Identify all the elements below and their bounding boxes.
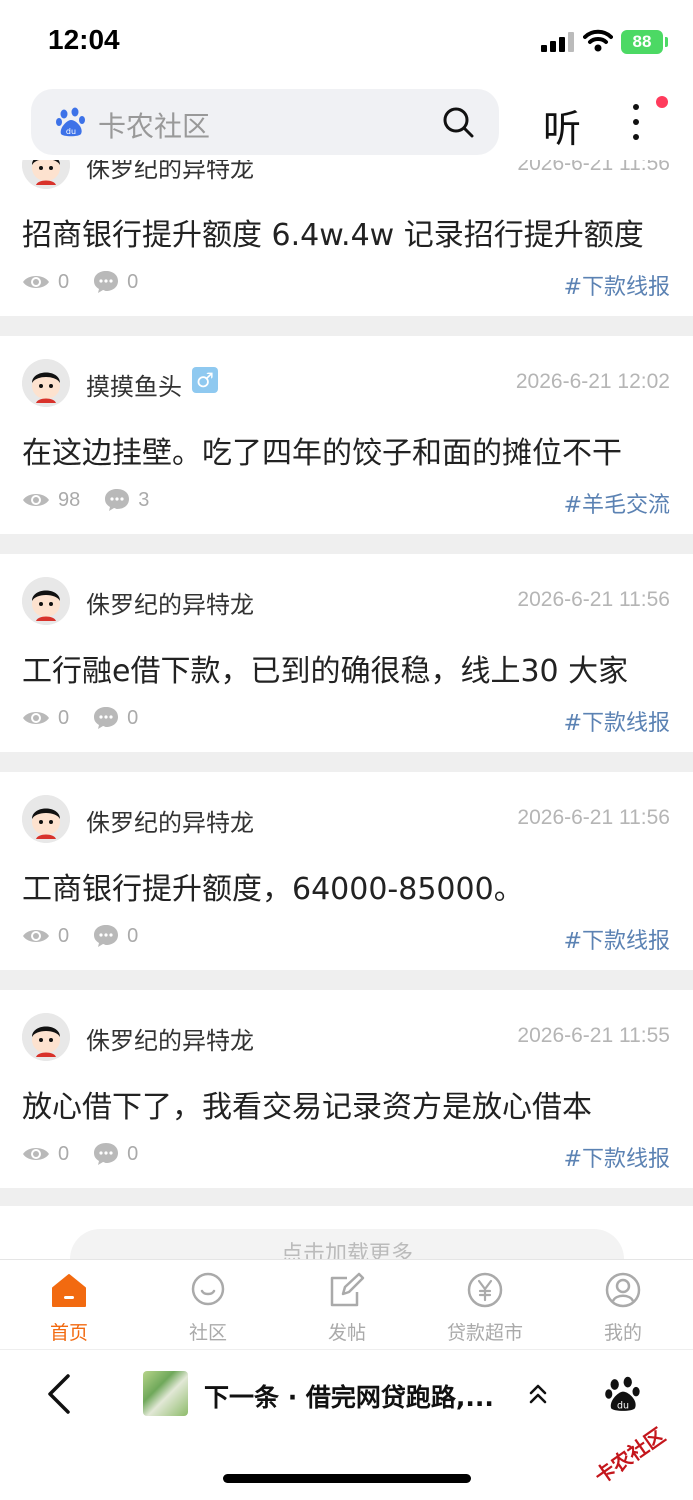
comment-icon bbox=[94, 271, 119, 293]
post-author[interactable]: 侏罗纪的异特龙 bbox=[86, 585, 254, 620]
post-time: 2026-6-21 11:56 bbox=[517, 806, 670, 829]
tab-label: 发帖 bbox=[327, 1322, 366, 1344]
svg-text:du: du bbox=[617, 1400, 629, 1411]
watermark-logo: 卡农社区 bbox=[590, 1423, 670, 1489]
top-header: 12:04 88 du 卡农社区 听 bbox=[0, 0, 693, 160]
tab-loan-market[interactable]: 贷款超市 bbox=[435, 1260, 535, 1350]
eye-icon bbox=[23, 494, 49, 506]
post-stats: 98 3 bbox=[22, 486, 149, 514]
more-menu-icon[interactable] bbox=[622, 98, 650, 146]
post-author[interactable]: 侏罗纪的异特龙 bbox=[86, 1021, 254, 1056]
post-time: 2026-6-21 11:56 bbox=[517, 588, 670, 611]
post-author[interactable]: 侏罗纪的异特龙 bbox=[86, 803, 254, 838]
battery-tip bbox=[665, 37, 668, 47]
tab-post[interactable]: 发帖 bbox=[297, 1260, 397, 1350]
edit-icon bbox=[330, 1272, 365, 1307]
comment-icon bbox=[94, 925, 119, 947]
view-count: 0 bbox=[58, 924, 70, 947]
status-bar: 12:04 88 bbox=[0, 0, 693, 84]
post-tag[interactable]: #下款线报 bbox=[564, 705, 670, 737]
baidu-paw-icon: du bbox=[56, 107, 85, 137]
tab-bar: 首页 社区 发帖 贷款超市 我的 bbox=[0, 1259, 693, 1349]
post-card[interactable]: 侏罗纪的异特龙 2026-6-21 11:56 工行融e借下款，已到的确很稳，线… bbox=[0, 554, 693, 752]
tab-label: 我的 bbox=[603, 1322, 642, 1344]
post-card[interactable]: 侏罗纪的异特龙 2026-6-21 11:55 放心借下了，我看交易记录资方是放… bbox=[0, 990, 693, 1188]
post-time: 2026-6-21 12:02 bbox=[515, 370, 670, 393]
comment-count: 0 bbox=[127, 706, 139, 729]
view-count: 98 bbox=[58, 488, 81, 511]
post-title[interactable]: 工行融e借下款，已到的确很稳，线上30 大家 bbox=[22, 646, 672, 690]
search-placeholder: 卡农社区 bbox=[98, 110, 211, 143]
post-stats: 0 0 bbox=[22, 922, 138, 950]
tab-label: 首页 bbox=[49, 1322, 88, 1344]
post-stats: 0 0 bbox=[22, 704, 138, 732]
avatar[interactable] bbox=[22, 795, 70, 843]
comment-count: 0 bbox=[127, 1142, 139, 1165]
avatar[interactable] bbox=[22, 1013, 70, 1061]
baidu-paw-icon[interactable]: du bbox=[604, 1375, 642, 1413]
search-icon[interactable] bbox=[441, 105, 475, 139]
yen-icon bbox=[467, 1272, 503, 1308]
wifi-icon bbox=[583, 29, 613, 52]
eye-icon bbox=[23, 1148, 49, 1160]
listen-button[interactable]: 听 bbox=[543, 98, 581, 153]
post-time: 2026-6-21 11:55 bbox=[517, 1024, 670, 1047]
avatar[interactable] bbox=[22, 577, 70, 625]
tab-home[interactable]: 首页 bbox=[19, 1260, 119, 1350]
tab-label: 社区 bbox=[188, 1322, 227, 1344]
post-stats: 0 0 bbox=[22, 268, 138, 296]
post-author[interactable]: 摸摸鱼头 ♂ bbox=[86, 367, 218, 402]
signal-icon bbox=[541, 32, 575, 52]
comment-count: 0 bbox=[127, 270, 139, 293]
chevron-up-icon[interactable] bbox=[526, 1382, 550, 1406]
svg-text:du: du bbox=[66, 127, 76, 136]
post-tag[interactable]: #下款线报 bbox=[564, 1141, 670, 1173]
next-post-thumbnail[interactable] bbox=[143, 1371, 188, 1416]
post-title[interactable]: 招商银行提升额度 6.4w.4w 记录招行提升额度 bbox=[22, 210, 672, 254]
post-tag[interactable]: #羊毛交流 bbox=[564, 487, 670, 519]
post-tag[interactable]: #下款线报 bbox=[564, 923, 670, 955]
post-title[interactable]: 在这边挂壁。吃了四年的饺子和面的摊位不干 bbox=[22, 428, 672, 472]
post-title[interactable]: 工商银行提升额度，64000-85000。 bbox=[22, 864, 672, 908]
post-title[interactable]: 放心借下了，我看交易记录资方是放心借本 bbox=[22, 1082, 672, 1126]
search-input[interactable]: du 卡农社区 bbox=[31, 89, 499, 155]
status-time: 12:04 bbox=[48, 24, 120, 55]
load-more-area: 点击加载更多 bbox=[0, 1206, 693, 1289]
view-count: 0 bbox=[58, 270, 70, 293]
home-indicator bbox=[223, 1474, 471, 1483]
post-tag[interactable]: #下款线报 bbox=[564, 269, 670, 301]
eye-icon bbox=[23, 930, 49, 942]
back-icon[interactable] bbox=[44, 1372, 74, 1416]
comment-icon bbox=[105, 489, 130, 511]
avatar[interactable] bbox=[22, 359, 70, 407]
eye-icon bbox=[23, 276, 49, 288]
tab-community[interactable]: 社区 bbox=[158, 1260, 258, 1350]
post-card[interactable]: 侏罗纪的异特龙 2026-6-21 11:56 工商银行提升额度，64000-8… bbox=[0, 772, 693, 970]
tab-profile[interactable]: 我的 bbox=[573, 1260, 673, 1350]
battery-icon: 88 bbox=[621, 30, 663, 54]
male-icon: ♂ bbox=[192, 367, 218, 393]
notification-dot bbox=[656, 96, 668, 108]
post-card[interactable]: 摸摸鱼头 ♂ 2026-6-21 12:02 在这边挂壁。吃了四年的饺子和面的摊位… bbox=[0, 336, 693, 534]
view-count: 0 bbox=[58, 1142, 70, 1165]
comment-icon bbox=[94, 1143, 119, 1165]
comment-icon bbox=[94, 707, 119, 729]
post-stats: 0 0 bbox=[22, 1140, 138, 1168]
next-post-link[interactable]: 下一条 · 借完网贷跑路,... bbox=[204, 1378, 504, 1414]
profile-icon bbox=[605, 1272, 641, 1308]
home-icon bbox=[52, 1274, 86, 1307]
comment-count: 3 bbox=[138, 488, 150, 511]
chat-icon bbox=[191, 1272, 225, 1306]
tab-label: 贷款超市 bbox=[446, 1322, 523, 1344]
eye-icon bbox=[23, 712, 49, 724]
view-count: 0 bbox=[58, 706, 70, 729]
comment-count: 0 bbox=[127, 924, 139, 947]
